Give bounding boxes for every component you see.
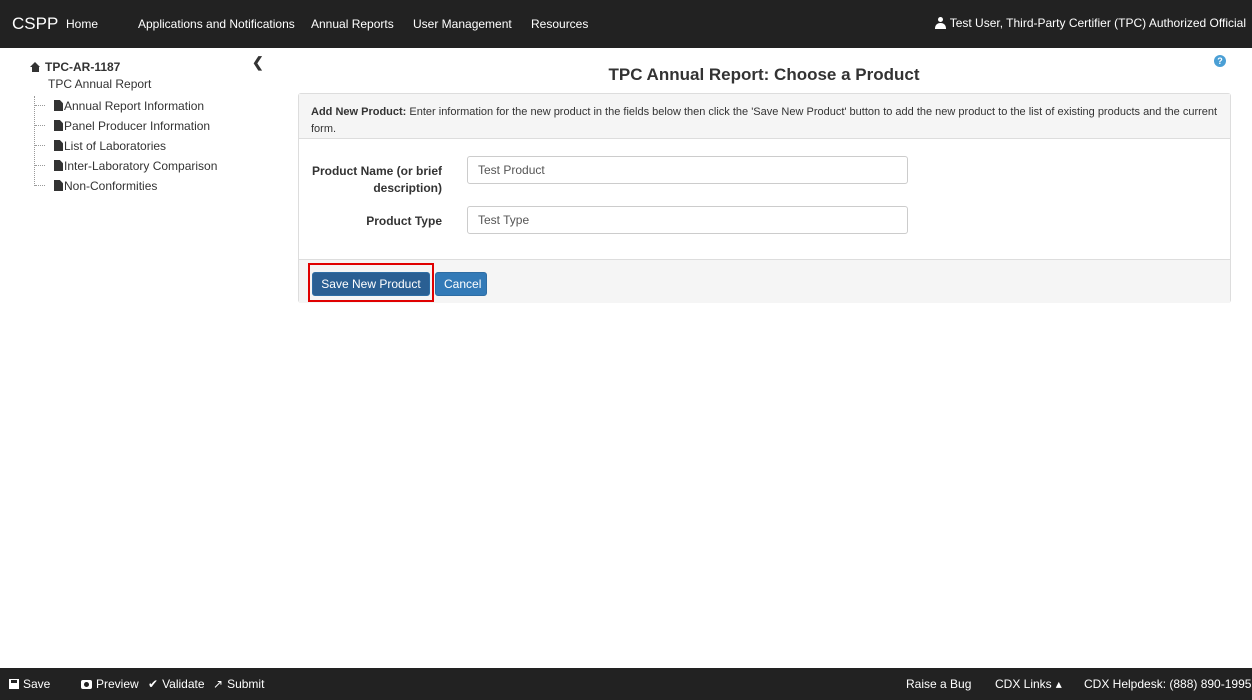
top-navbar: CSPP Home Applications and Notifications… <box>0 0 1252 48</box>
tree-item-list-of-laboratories[interactable]: List of Laboratories <box>34 136 217 156</box>
nav-applications-notifications[interactable]: Applications and Notifications <box>138 17 295 31</box>
cancel-button[interactable]: Cancel <box>435 272 487 296</box>
panel-heading-text: Enter information for the new product in… <box>311 106 1218 135</box>
home-icon <box>30 62 41 72</box>
camera-icon <box>81 679 92 689</box>
file-icon <box>54 100 63 111</box>
file-icon <box>54 120 63 131</box>
tree-root-subtitle: TPC Annual Report <box>48 77 152 91</box>
caret-up-icon: ▴ <box>1055 677 1062 691</box>
nav-user-management[interactable]: User Management <box>413 17 512 31</box>
tree-item-inter-laboratory-comparison[interactable]: Inter-Laboratory Comparison <box>34 156 217 176</box>
file-icon <box>54 160 63 171</box>
save-action[interactable]: Save <box>9 677 50 691</box>
tree-item-label: Panel Producer Information <box>64 119 211 133</box>
save-new-product-button[interactable]: Save New Product <box>312 272 430 296</box>
product-name-label: Product Name (or brief description) <box>311 164 442 195</box>
tree-item-annual-report-information[interactable]: Annual Report Information <box>34 96 217 116</box>
bottom-toolbar: Save Preview ✔ Validate ↗ Submit Raise a… <box>0 668 1252 700</box>
panel-heading: Add New Product: Enter information for t… <box>299 94 1230 139</box>
file-icon <box>54 140 63 151</box>
save-icon <box>9 679 19 689</box>
nav-resources[interactable]: Resources <box>531 17 588 31</box>
panel-heading-bold: Add New Product: <box>311 106 407 118</box>
raise-bug-link[interactable]: Raise a Bug <box>906 677 971 691</box>
nav-annual-reports[interactable]: Annual Reports <box>311 17 394 31</box>
user-name: Test User, Third-Party Certifier (TPC) A… <box>949 16 1246 30</box>
brand-logo[interactable]: CSPP <box>12 14 58 34</box>
tree-item-label: Inter-Laboratory Comparison <box>64 159 218 173</box>
product-name-input[interactable] <box>467 156 908 184</box>
tree-item-label: Annual Report Information <box>64 99 205 113</box>
submit-action[interactable]: ↗ Submit <box>213 677 264 691</box>
validate-action[interactable]: ✔ Validate <box>148 677 205 691</box>
product-type-input[interactable] <box>467 206 908 234</box>
sidebar: ❮ TPC-AR-1187 TPC Annual Report Annual R… <box>0 48 280 668</box>
collapse-sidebar-icon[interactable]: ❮ <box>252 54 264 71</box>
user-icon <box>934 17 946 29</box>
nav-home[interactable]: Home <box>66 17 98 31</box>
user-menu[interactable]: Test User, Third-Party Certifier (TPC) A… <box>934 16 1246 30</box>
file-icon <box>54 180 63 191</box>
cdx-links-menu[interactable]: CDX Links ▴ <box>995 677 1062 691</box>
check-icon: ✔ <box>148 677 159 691</box>
tree-item-panel-producer-information[interactable]: Panel Producer Information <box>34 116 217 136</box>
tree-list: Annual Report Information Panel Producer… <box>34 96 217 196</box>
helpdesk-text: CDX Helpdesk: (888) 890-1995 <box>1084 677 1252 691</box>
tree-root-label: TPC-AR-1187 <box>45 60 121 74</box>
preview-action[interactable]: Preview <box>81 677 139 691</box>
panel-footer: Save New Product Cancel <box>299 259 1230 303</box>
page-title: TPC Annual Report: Choose a Product <box>608 65 920 84</box>
tree-root[interactable]: TPC-AR-1187 <box>30 60 120 74</box>
share-icon: ↗ <box>213 677 224 691</box>
tree-item-label: Non-Conformities <box>64 179 158 193</box>
product-type-label: Product Type <box>366 214 442 228</box>
tree-item-label: List of Laboratories <box>64 139 167 153</box>
tree-item-non-conformities[interactable]: Non-Conformities <box>34 176 217 196</box>
add-product-panel: Add New Product: Enter information for t… <box>298 93 1231 303</box>
